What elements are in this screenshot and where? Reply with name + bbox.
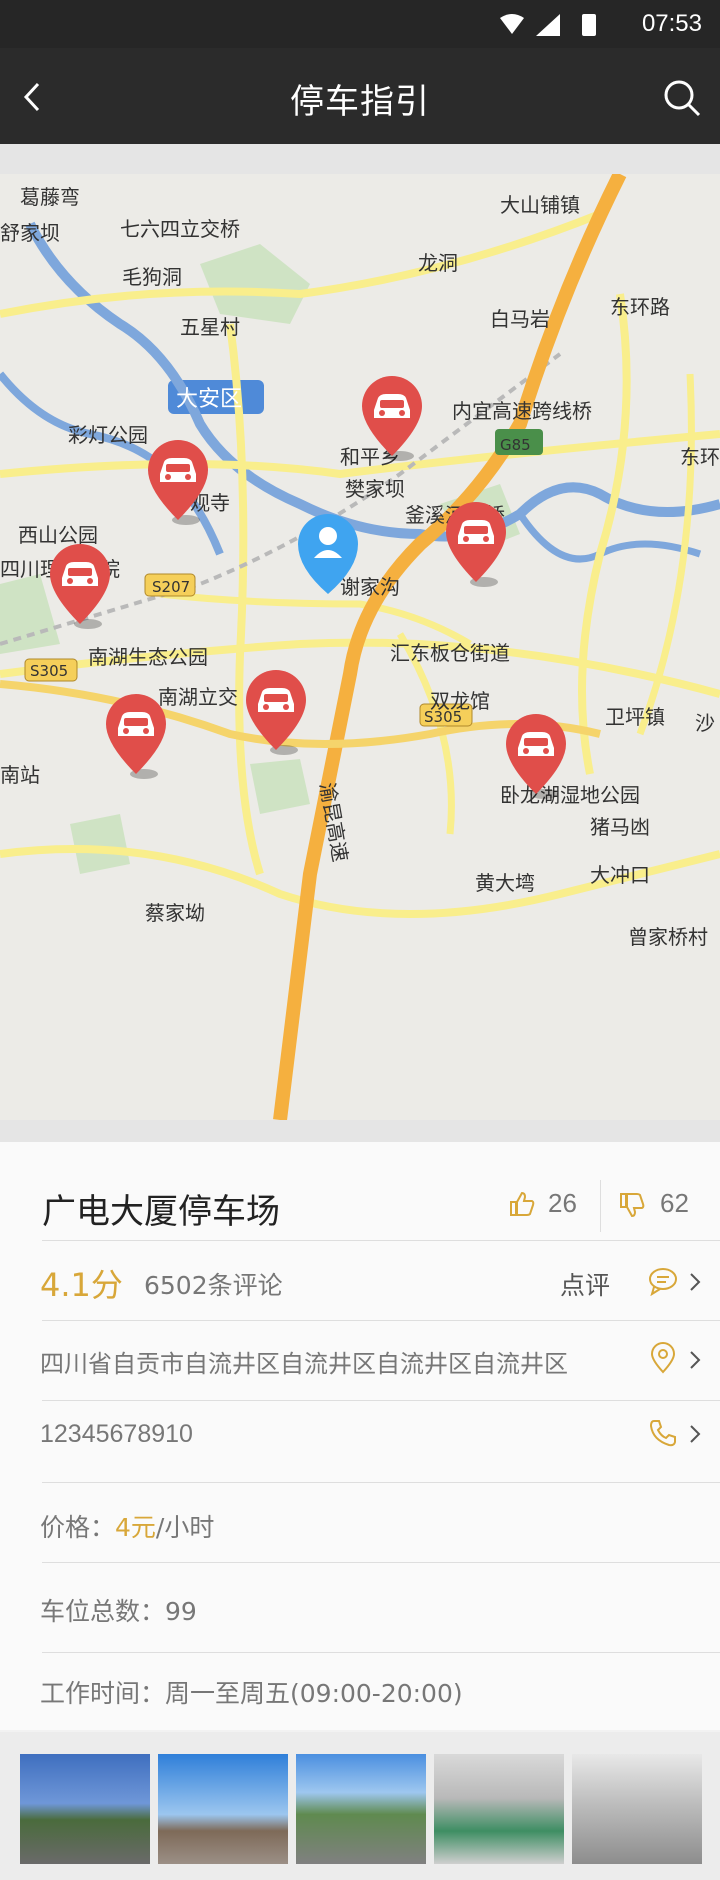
map-label: 卫坪镇 [605, 705, 665, 729]
parking-marker[interactable] [446, 502, 506, 587]
map-label: 龙洞 [418, 251, 458, 275]
chevron-right-icon [690, 1351, 701, 1369]
map-label: 南湖立交 [158, 685, 238, 709]
map-label: 彩灯公园 [68, 423, 148, 447]
address-row[interactable]: 四川省自贡市自流井区自流井区自流井区自流井区 [0, 1322, 720, 1400]
map-label: 大冲口 [590, 863, 650, 887]
map-label: 谢家沟 [340, 575, 400, 599]
photo-thumbnail[interactable] [158, 1754, 288, 1864]
page-title: 停车指引 [290, 82, 430, 122]
search-icon[interactable] [662, 78, 702, 118]
photo-thumbnail[interactable] [434, 1754, 564, 1864]
map-label: 沙 [695, 711, 715, 735]
phone-row[interactable]: 12345678910 [0, 1402, 720, 1474]
map-label: 卧龙湖湿地公园 [500, 783, 640, 807]
rating-score: 4.1分 [40, 1266, 123, 1304]
photo-gallery[interactable] [0, 1732, 720, 1880]
divider [42, 1320, 720, 1321]
dislike-button[interactable]: 62 [618, 1186, 708, 1226]
map-label: 南站 [0, 763, 40, 787]
divider [42, 1400, 720, 1401]
map-label: 葛藤弯 [20, 185, 80, 209]
chevron-right-icon [690, 1425, 701, 1443]
price-value: 4元 [115, 1513, 156, 1542]
review-action-label[interactable]: 点评 [560, 1266, 610, 1302]
status-bar: 07:53 [0, 0, 720, 48]
phone-icon [649, 1420, 676, 1447]
map-label: 樊家坝 [345, 477, 405, 501]
phone-number: 12345678910 [40, 1420, 193, 1448]
map-label: 白马岩 [490, 307, 550, 331]
map-bottom-spacer [0, 1120, 720, 1142]
map-label: 汇东板仓街道 [390, 641, 510, 665]
map-label: 大山铺镇 [500, 193, 580, 217]
rating-row[interactable]: 4.1分 6502条评论 点评 [0, 1242, 720, 1322]
divider [42, 1482, 720, 1483]
map-label: 西山公园 [18, 523, 98, 547]
map-canvas[interactable]: 葛藤弯舒家坝 七六四立交桥大山铺镇毛狗洞龙洞五星村 白马岩 东环路大安区 内宜高速跨线桥… [0, 174, 720, 1120]
price-unit: /小时 [155, 1513, 215, 1542]
price-row: 价格：4元/小时 [40, 1508, 214, 1544]
divider [42, 1240, 720, 1241]
location-pin-icon [650, 1342, 676, 1374]
wifi-icon [500, 14, 524, 34]
map-label: 蔡家坳 [145, 901, 205, 925]
thumbs-up-icon [510, 1191, 535, 1216]
map-label: 大安区 [176, 387, 242, 412]
map-label: 七六四立交桥 [120, 217, 240, 241]
photo-thumbnail[interactable] [572, 1754, 702, 1864]
review-count: 6502条评论 [144, 1271, 283, 1300]
like-button[interactable]: 26 [508, 1186, 588, 1226]
total-spaces: 车位总数：99 [40, 1597, 197, 1626]
signal-icon [536, 14, 560, 36]
map-label: S305 [424, 708, 462, 726]
comment-icon [649, 1268, 677, 1296]
parking-marker[interactable] [50, 544, 110, 629]
map-label: 东环路 [610, 295, 670, 319]
map-label: 舒家坝 [0, 221, 60, 245]
map-label: G85 [500, 436, 531, 454]
parking-marker[interactable] [106, 694, 166, 779]
likes-divider [600, 1180, 601, 1232]
map-label: 猪马凼 [590, 815, 650, 839]
map-top-spacer [0, 144, 720, 174]
dislike-count: 62 [660, 1188, 689, 1218]
navigation-bar: 停车指引 [0, 48, 720, 144]
map-label: S207 [152, 578, 190, 596]
map-label: S305 [30, 662, 68, 680]
chevron-right-icon [690, 1273, 701, 1291]
map-view[interactable]: 葛藤弯 舒家坝 七六四立交桥 大山铺镇 毛狗洞 龙洞 五星村 白马岩 东环路 大安区 内宜高速跨线桥… [0, 174, 720, 1120]
map-label: 曾家桥村 [628, 925, 708, 949]
parking-detail-card: 广电大厦停车场 26 62 4.1分 6502条评论 点评 四川省自贡市自流井区… [0, 1142, 720, 1730]
battery-icon [582, 14, 596, 36]
status-time: 07:53 [641, 10, 702, 37]
parking-name: 广电大厦停车场 [42, 1192, 280, 1232]
map-label: 黄大塆 [475, 871, 535, 895]
like-count: 26 [548, 1188, 577, 1218]
opening-hours: 工作时间：周一至周五(09:00-20:00) [40, 1679, 463, 1708]
photo-thumbnail[interactable] [20, 1754, 150, 1864]
map-label: 五星村 [180, 315, 240, 339]
map-label: 毛狗洞 [122, 265, 182, 289]
thumbs-down-icon [620, 1193, 645, 1218]
status-icons [500, 14, 596, 36]
divider [42, 1652, 720, 1653]
divider [42, 1562, 720, 1563]
map-label: 东环路 [680, 445, 720, 469]
address-text: 四川省自贡市自流井区自流井区自流井区自流井区 [40, 1350, 568, 1378]
photo-thumbnail[interactable] [296, 1754, 426, 1864]
price-label: 价格： [40, 1513, 116, 1542]
map-label: 内宜高速跨线桥 [452, 399, 592, 423]
map-label: 南湖生态公园 [88, 645, 208, 669]
